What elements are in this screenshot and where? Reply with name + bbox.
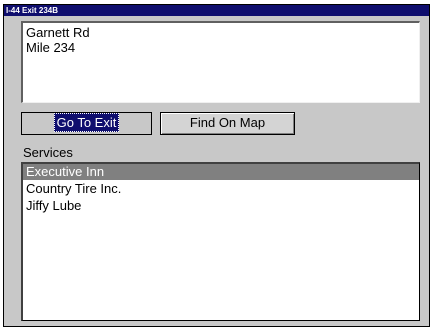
services-list[interactable]: Executive Inn Country Tire Inc. Jiffy Lu… [21,162,420,321]
exit-info-panel: Garnett Rd Mile 234 [21,21,420,103]
find-on-map-button[interactable]: Find On Map [160,112,295,135]
find-on-map-label: Find On Map [189,115,266,130]
list-item[interactable]: Executive Inn [23,164,419,180]
exit-info-window: I-44 Exit 234B Garnett Rd Mile 234 Go To… [3,4,430,327]
list-item-label: Executive Inn [26,164,105,179]
list-item[interactable]: Country Tire Inc. [23,181,419,197]
go-to-exit-label: Go To Exit [53,113,120,132]
go-to-exit-button[interactable]: Go To Exit [21,112,152,135]
title-bar: I-44 Exit 234B [4,5,429,16]
road-name: Garnett Rd [26,25,90,40]
list-item[interactable]: Jiffy Lube [23,198,419,214]
window-title: I-44 Exit 234B [6,6,59,15]
mile-marker: Mile 234 [26,40,76,55]
list-item-label: Jiffy Lube [26,198,82,213]
list-item-label: Country Tire Inc. [26,181,122,196]
services-label: Services [23,145,73,160]
